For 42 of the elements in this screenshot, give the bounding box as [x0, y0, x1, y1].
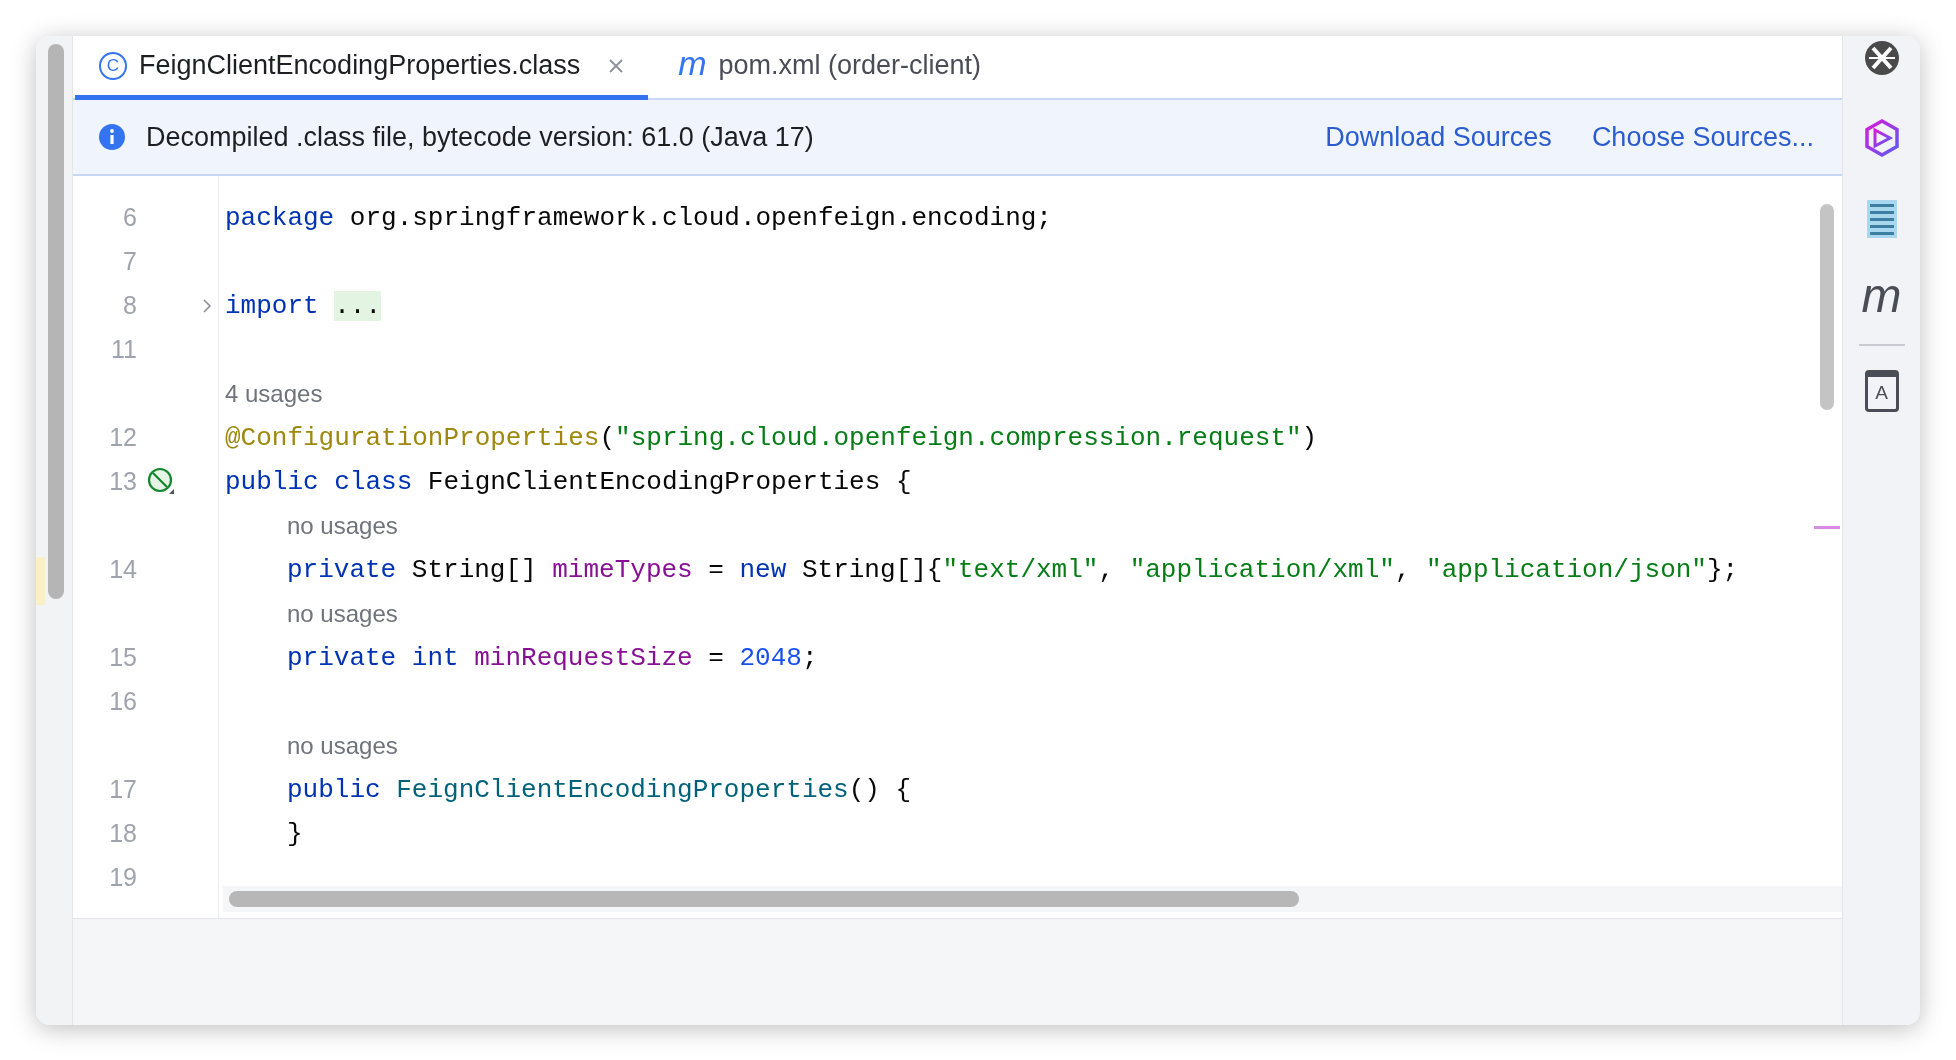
line-number: 13: [108, 466, 137, 498]
close-icon[interactable]: [608, 57, 625, 74]
code-line: private int minRequestSize = 2048;: [287, 641, 818, 675]
info-icon: [98, 123, 126, 151]
maven-icon: m: [678, 45, 707, 80]
line-number: 6: [122, 202, 137, 234]
usage-hint[interactable]: 4 usages: [225, 376, 323, 412]
line-number: 15: [108, 642, 137, 674]
editor-tab[interactable]: m pom.xml (order-client): [654, 36, 1006, 100]
chevron-right-icon[interactable]: [201, 298, 213, 314]
code-line: private String[] mimeTypes = new String[]{"text/xml", "application/xml", "application/json"};: [287, 553, 1739, 587]
usage-hint[interactable]: no usages: [287, 728, 398, 764]
hexagon-play-icon[interactable]: [1862, 118, 1901, 158]
line-number: 14: [108, 554, 137, 586]
line-number: 8: [122, 290, 137, 322]
code-line: public class FeignClientEncodingProperties {: [225, 465, 912, 499]
line-number: 7: [122, 246, 137, 278]
scrollbar-thumb[interactable]: [229, 891, 1299, 907]
banner-message: Decompiled .class file, bytecode version: 61.0 (Java 17): [146, 120, 815, 154]
line-number: 16: [108, 686, 137, 718]
change-marker: [36, 557, 45, 605]
scrollbar-thumb[interactable]: [48, 44, 64, 599]
line-number: 17: [108, 774, 137, 806]
usage-hint[interactable]: no usages: [287, 508, 398, 544]
no-entry-icon[interactable]: [147, 467, 177, 497]
banner-link[interactable]: Download Sources: [1325, 116, 1552, 158]
line-number: 11: [110, 334, 137, 366]
usage-hint[interactable]: no usages: [287, 596, 398, 632]
error-stripe-mark: [1814, 526, 1840, 529]
scrollbar-thumb[interactable]: [1820, 204, 1834, 410]
code-line: @ConfigurationProperties("spring.cloud.openfeign.compression.request"): [225, 421, 1318, 455]
line-number: 18: [108, 818, 137, 850]
class-icon: C: [99, 51, 127, 80]
code-line: import ...: [225, 289, 382, 323]
code-line: }: [287, 817, 303, 851]
line-number: 19: [108, 862, 137, 894]
dictionary-icon[interactable]: A: [1864, 370, 1899, 412]
code-line: public FeignClientEncodingProperties() {: [287, 773, 912, 807]
banner-link[interactable]: Choose Sources...: [1591, 116, 1814, 158]
maven-icon[interactable]: m: [1861, 272, 1902, 320]
line-number: 12: [108, 422, 137, 454]
code-line: package org.springframework.cloud.openfeign.encoding;: [225, 201, 1052, 235]
